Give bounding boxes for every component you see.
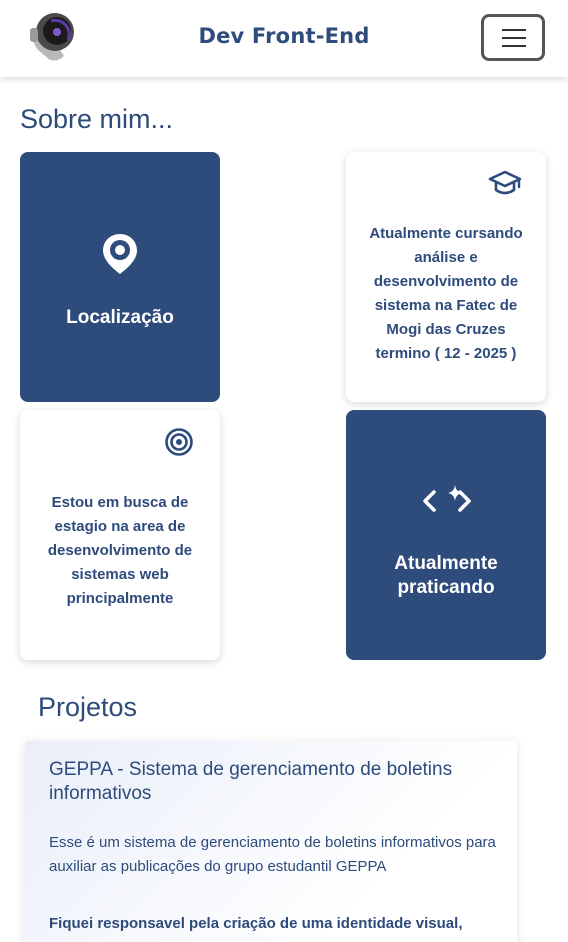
about-section-title: Sobre mim... — [20, 104, 174, 134]
hamburger-menu-button[interactable] — [481, 14, 545, 61]
project-title: GEPPA - Sistema de gerenciamento de bole… — [49, 759, 453, 804]
projects-section-title: Projetos — [38, 692, 138, 722]
code-sparkle-icon — [423, 485, 471, 512]
location-card[interactable]: Localização — [20, 152, 220, 402]
top-navbar: Dev Front-End — [0, 0, 568, 77]
practicing-card[interactable]: Atualmente praticando — [346, 410, 546, 660]
project-responsibility: Fiquei responsavel pela criação de uma i… — [49, 915, 463, 932]
practicing-label: Atualmente praticando — [394, 553, 498, 598]
graduation-cap-icon — [488, 170, 522, 195]
project-card[interactable]: GEPPA - Sistema de gerenciamento de bole… — [25, 741, 517, 942]
education-card[interactable]: Atualmente cursando análise e desenvolvi… — [346, 152, 546, 402]
menu-bar — [502, 37, 526, 39]
menu-bar — [502, 29, 526, 31]
goal-card[interactable]: Estou em busca de estagio na area de des… — [20, 410, 220, 660]
project-description: Esse é um sistema de gerenciamento de bo… — [49, 834, 496, 875]
goal-text: Estou em busca de estagio na area de des… — [47, 494, 193, 607]
menu-bar — [502, 45, 526, 47]
location-pin-icon — [103, 234, 137, 274]
education-text: Atualmente cursando análise e desenvolvi… — [369, 225, 523, 362]
location-label: Localização — [66, 307, 174, 328]
target-icon — [165, 428, 193, 456]
